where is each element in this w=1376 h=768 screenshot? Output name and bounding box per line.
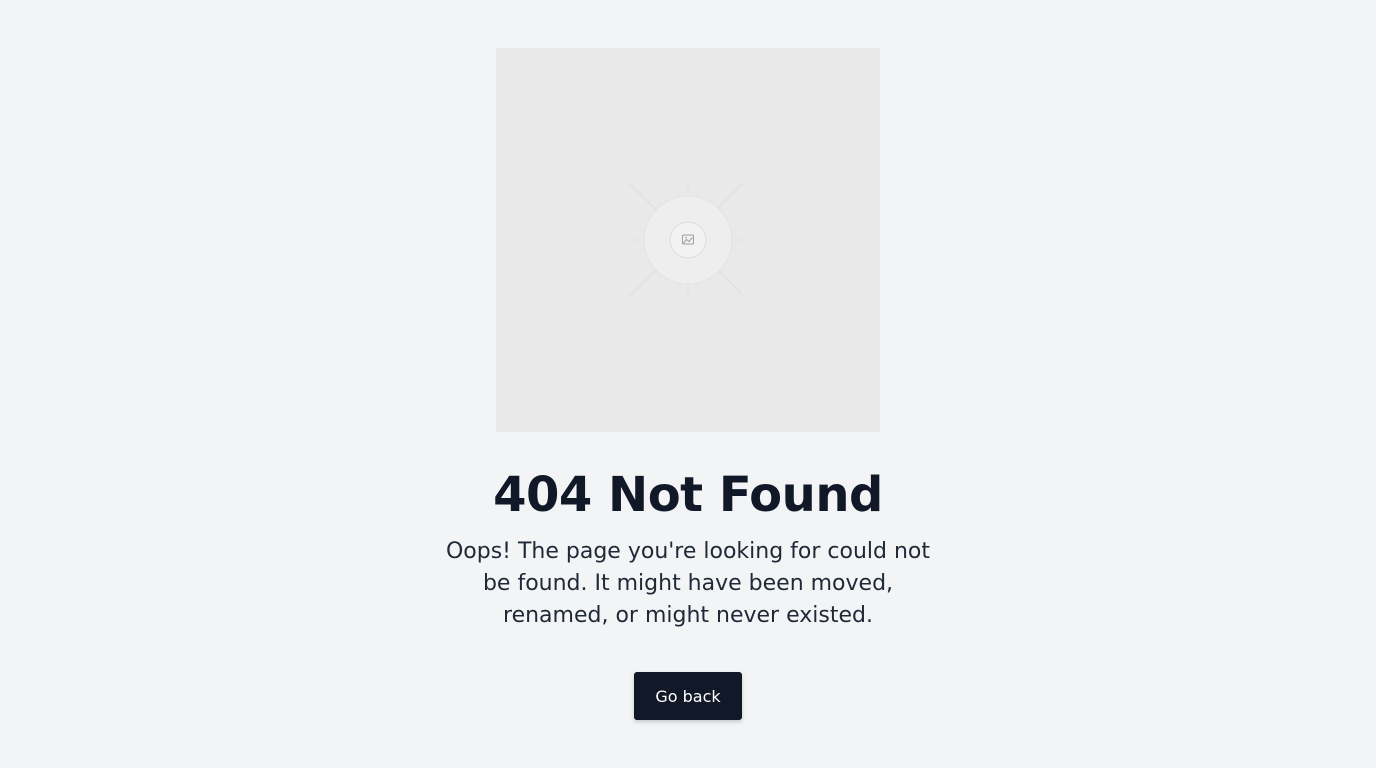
inner-circle (669, 221, 707, 259)
illustration-placeholder (496, 48, 880, 432)
go-back-button[interactable]: Go back (634, 672, 742, 720)
error-message: Oops! The page you're looking for could … (445, 539, 931, 628)
not-found-page: 404 Not Found Oops! The page you're look… (0, 0, 1376, 768)
illustration-graphic (629, 183, 743, 297)
page-title: 404 Not Found (493, 467, 883, 523)
